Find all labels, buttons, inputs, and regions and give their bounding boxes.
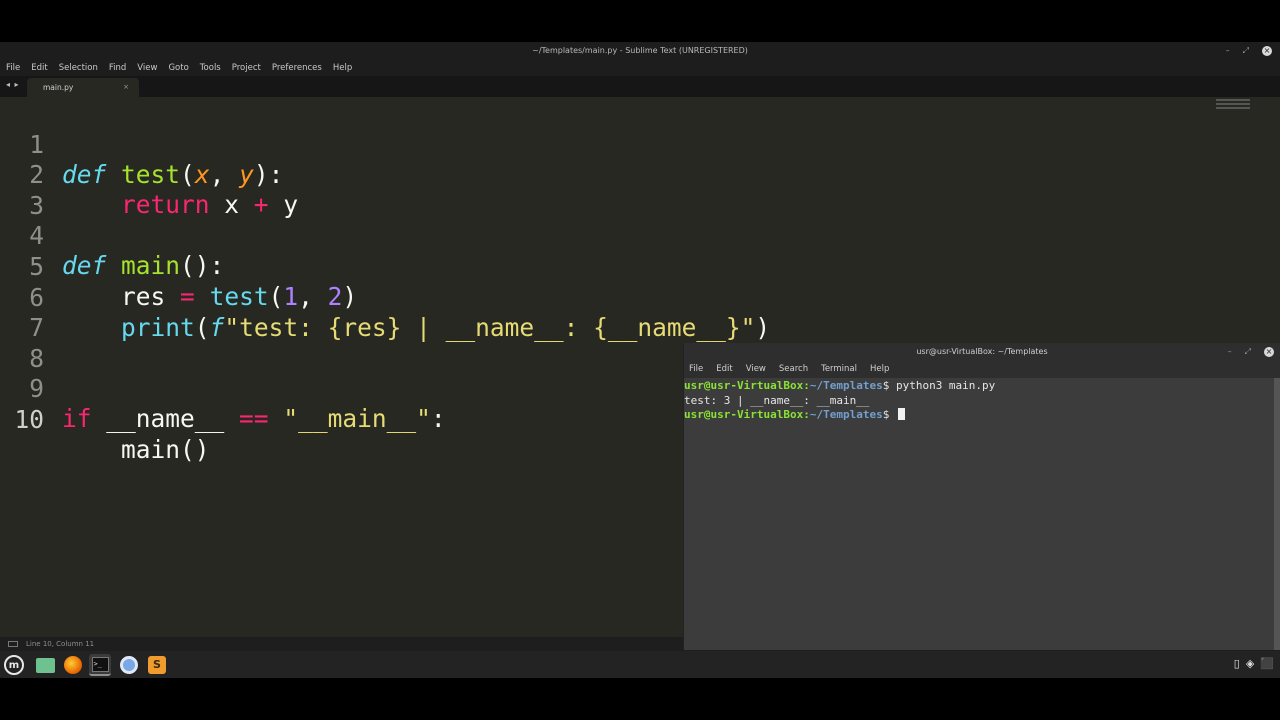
- code-text: main(): [121, 435, 210, 464]
- sublime-menubar: File Edit Selection Find View Goto Tools…: [0, 59, 1280, 76]
- tab-label: main.py: [43, 83, 74, 92]
- menu-view[interactable]: View: [137, 63, 157, 73]
- cursor-position: Line 10, Column 11: [26, 640, 95, 648]
- sublime-icon[interactable]: S: [146, 654, 168, 676]
- code-line: 2 return x + y: [0, 130, 1200, 219]
- terminal-window-controls: – ⤢ ×: [1228, 343, 1274, 360]
- code-line: 6 print(f"test: {res} | __name__: {__nam…: [0, 253, 1200, 342]
- code-line: 3: [0, 161, 1200, 220]
- menu-find[interactable]: Find: [109, 63, 126, 73]
- menu-goto[interactable]: Goto: [168, 63, 188, 73]
- tab-nav-arrows-icon[interactable]: ◂ ▸: [6, 80, 20, 89]
- show-desktop-icon[interactable]: ⬛: [1260, 657, 1274, 670]
- menu-icon[interactable]: m: [3, 654, 25, 676]
- menu-selection[interactable]: Selection: [59, 63, 98, 73]
- terminal-window[interactable]: usr@usr-VirtualBox: ~/Templates – ⤢ × Fi…: [683, 343, 1280, 650]
- terminal-close-button[interactable]: ×: [1264, 346, 1274, 357]
- terminal-menubar: File Edit View Search Terminal Help: [684, 360, 1280, 378]
- window-title: ~/Templates/main.py - Sublime Text (UNRE…: [532, 46, 748, 55]
- window-controls: – ⤢ ×: [1226, 42, 1272, 59]
- terminal-menu-search[interactable]: Search: [779, 364, 808, 374]
- network-icon[interactable]: ◈: [1246, 657, 1254, 670]
- code-line: 8: [0, 314, 1200, 373]
- terminal-cursor: [897, 408, 905, 420]
- terminal-maximize-button[interactable]: ⤢: [1245, 343, 1251, 360]
- tab-bar: ◂ ▸ main.py ×: [0, 76, 1280, 97]
- code-text: if __name__ == "__main__":: [62, 404, 446, 433]
- menu-tools[interactable]: Tools: [200, 63, 221, 73]
- system-tray: ▯ ◈ ⬛: [1234, 657, 1274, 670]
- menu-project[interactable]: Project: [232, 63, 261, 73]
- panel-toggle-icon[interactable]: [8, 641, 18, 647]
- menu-edit[interactable]: Edit: [31, 63, 47, 73]
- terminal-line: test: 3 | __name__: __main__: [684, 393, 870, 407]
- terminal-title: usr@usr-VirtualBox: ~/Templates: [916, 347, 1048, 356]
- terminal-minimize-button[interactable]: –: [1228, 343, 1232, 360]
- code-line: 5 res = test(1, 2): [0, 222, 1200, 311]
- firefox-icon[interactable]: [62, 654, 84, 676]
- terminal-titlebar[interactable]: usr@usr-VirtualBox: ~/Templates – ⤢ ×: [684, 343, 1280, 360]
- terminal-line: usr@usr-VirtualBox:~/Templates$ python3 …: [684, 379, 996, 392]
- terminal-scrollbar[interactable]: [1274, 378, 1280, 650]
- terminal-menu-edit[interactable]: Edit: [716, 364, 732, 374]
- minimap[interactable]: [1216, 99, 1250, 113]
- terminal-menu-view[interactable]: View: [746, 364, 766, 374]
- menu-preferences[interactable]: Preferences: [272, 63, 322, 73]
- maximize-button[interactable]: ⤢: [1243, 42, 1249, 59]
- chromium-icon[interactable]: [118, 654, 140, 676]
- terminal-menu-file[interactable]: File: [689, 364, 703, 374]
- tab-close-icon[interactable]: ×: [123, 78, 129, 97]
- code-line: 7: [0, 283, 1200, 342]
- line-number: 10: [14, 405, 44, 434]
- taskbar: m >_ S ▯ ◈ ⬛: [0, 651, 1280, 678]
- terminal-menu-terminal[interactable]: Terminal: [821, 364, 857, 374]
- code-line: 4 def main():: [0, 191, 1200, 280]
- sublime-titlebar[interactable]: ~/Templates/main.py - Sublime Text (UNRE…: [0, 42, 1280, 59]
- terminal-icon[interactable]: >_: [89, 654, 111, 676]
- close-button[interactable]: ×: [1262, 45, 1272, 56]
- files-icon[interactable]: [34, 654, 56, 676]
- terminal-line: usr@usr-VirtualBox:~/Templates$: [684, 408, 1272, 423]
- terminal-menu-help[interactable]: Help: [870, 364, 889, 374]
- workspace-icon[interactable]: ▯: [1234, 657, 1240, 670]
- code-line: 1 def test(x, y):: [0, 100, 1200, 189]
- tab-main-py[interactable]: main.py ×: [27, 78, 139, 97]
- terminal-output[interactable]: usr@usr-VirtualBox:~/Templates$ python3 …: [684, 378, 1272, 650]
- menu-help[interactable]: Help: [333, 63, 352, 73]
- minimize-button[interactable]: –: [1226, 42, 1230, 59]
- menu-file[interactable]: File: [6, 63, 20, 73]
- desktop-screen: ~/Templates/main.py - Sublime Text (UNRE…: [0, 42, 1280, 678]
